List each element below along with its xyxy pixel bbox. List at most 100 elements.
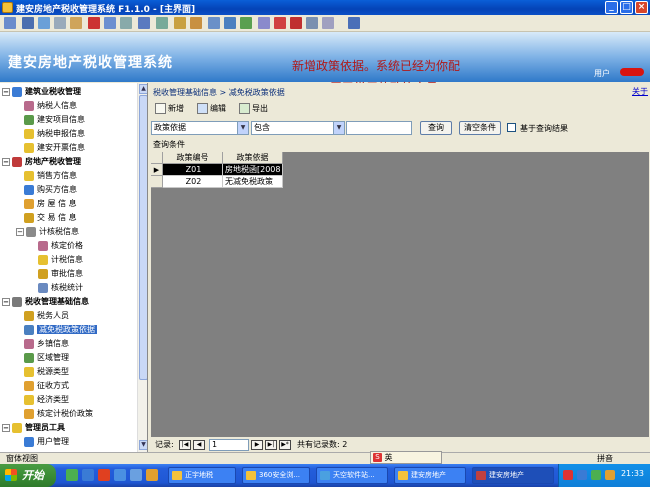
scroll-up-icon[interactable]: ▲ (139, 84, 147, 94)
quicklaunch-icon[interactable] (114, 469, 126, 481)
clear-button[interactable]: 清空条件 (459, 121, 501, 135)
query-button[interactable]: 查询 (420, 121, 452, 135)
start-button[interactable]: 开始 (0, 464, 56, 487)
copy-icon[interactable] (38, 17, 50, 29)
quicklaunch-icon[interactable] (66, 469, 78, 481)
sogou-tray-icon[interactable] (563, 470, 573, 480)
tree-item-house[interactable]: 房 屋 信 息 (24, 197, 77, 210)
tree-item-project[interactable]: 建安项目信息 (24, 113, 85, 126)
tree-item-township[interactable]: 乡镇信息 (24, 337, 69, 350)
close-button[interactable]: × (635, 1, 648, 14)
tree-item-taxpayer[interactable]: 纳税人信息 (24, 99, 77, 112)
new-button[interactable]: 新增 (155, 101, 184, 117)
tree-item-statistics[interactable]: 核税统计 (38, 281, 83, 294)
sort-asc-icon[interactable] (174, 17, 186, 29)
scroll-down-icon[interactable]: ▼ (139, 440, 147, 450)
column-header-policy-basis[interactable]: 政策依据 (223, 152, 283, 164)
tree-item-invoice[interactable]: 建安开票信息 (24, 141, 85, 154)
tree-item-economy-type[interactable]: 经济类型 (24, 393, 69, 406)
base-on-results-checkbox[interactable] (507, 123, 516, 132)
edit-button[interactable]: 编辑 (197, 101, 226, 117)
security-icon[interactable] (591, 470, 601, 480)
delete-record-icon[interactable] (290, 17, 302, 29)
network-icon[interactable] (577, 470, 587, 480)
cell-policy-no[interactable]: Z01 (163, 164, 223, 176)
quicklaunch-icon[interactable] (146, 469, 158, 481)
collapse-icon[interactable]: − (2, 157, 10, 166)
format-icon[interactable] (120, 17, 132, 29)
tree-item-policy-basis[interactable]: 减免税政策依据 (24, 323, 97, 336)
field-select[interactable]: 政策依据 ▼ (151, 121, 249, 135)
cell-policy-basis[interactable]: 无减免税政策 (223, 176, 283, 188)
sort-desc-icon[interactable] (190, 17, 202, 29)
collapse-icon[interactable]: − (2, 87, 10, 96)
new-record-nav-button[interactable]: ▶* (279, 440, 291, 450)
taskbar-item-active[interactable]: 建安房地产 (472, 467, 554, 484)
ime-toolbar[interactable]: S 英 (370, 451, 442, 464)
chevron-down-icon[interactable]: ▼ (237, 122, 248, 134)
cell-policy-no[interactable]: Z02 (163, 176, 223, 188)
first-record-button[interactable]: |◀ (179, 440, 191, 450)
collapse-icon[interactable]: − (2, 297, 10, 306)
tree-group-realestate[interactable]: − 房地产税收管理 (2, 155, 81, 168)
tree-item-tax-info[interactable]: 计税信息 (38, 253, 83, 266)
tree-item-approval[interactable]: 审批信息 (38, 267, 83, 280)
column-header-policy-no[interactable]: 政策编号 (163, 152, 223, 164)
filter-icon[interactable] (208, 17, 220, 29)
database-icon[interactable] (306, 17, 318, 29)
tree-group-construction[interactable]: − 建筑业税收管理 (2, 85, 81, 98)
minimize-button[interactable]: _ (605, 1, 618, 14)
quicklaunch-icon[interactable] (82, 469, 94, 481)
apply-filter-icon[interactable] (240, 17, 252, 29)
quicklaunch-icon[interactable] (130, 469, 142, 481)
hyperlink-icon[interactable] (156, 17, 168, 29)
quicklaunch-icon[interactable] (98, 469, 110, 481)
next-record-button[interactable]: ▶ (251, 440, 263, 450)
undo-icon[interactable] (138, 17, 150, 29)
taskbar-item[interactable]: 天空软件站... (316, 467, 388, 484)
taskbar-item[interactable]: 建安房地产 (394, 467, 466, 484)
tree-item-user-management[interactable]: 用户管理 (24, 435, 69, 448)
tree-item-price-policy[interactable]: 核定计税价政策 (24, 407, 93, 420)
filter-form-icon[interactable] (224, 17, 236, 29)
cut-icon[interactable] (88, 17, 100, 29)
about-link[interactable]: 关于 (632, 86, 648, 97)
export-button[interactable]: 导出 (239, 101, 268, 117)
tree-group-taxcalc[interactable]: − 计核税信息 (16, 225, 79, 238)
tree-item-staff[interactable]: 税务人员 (24, 309, 69, 322)
tree-group-admin[interactable]: − 管理员工具 (2, 421, 65, 434)
tree-item-approved-price[interactable]: 核定价格 (38, 239, 83, 252)
cell-policy-basis[interactable]: 房地税函[2008 (223, 164, 283, 176)
scroll-thumb[interactable] (139, 95, 147, 380)
preview-icon[interactable] (70, 17, 82, 29)
new-record-icon[interactable] (274, 17, 286, 29)
tree-item-declaration[interactable]: 纳税申报信息 (24, 127, 85, 140)
tree-item-buyer[interactable]: 购买方信息 (24, 183, 77, 196)
save-icon[interactable] (22, 17, 34, 29)
taskbar-item[interactable]: 正宇地税 (168, 467, 236, 484)
tree-item-region[interactable]: 区域管理 (24, 351, 69, 364)
record-number-input[interactable]: 1 (209, 439, 249, 451)
tree-item-collection-method[interactable]: 征收方式 (24, 379, 69, 392)
print-icon[interactable] (54, 17, 66, 29)
tree-item-tax-source[interactable]: 税源类型 (24, 365, 69, 378)
tree-item-transaction[interactable]: 交 易 信 息 (24, 211, 77, 224)
tree-scrollbar[interactable]: ▲ ▼ (137, 83, 147, 452)
chevron-down-icon[interactable]: ▼ (333, 122, 344, 134)
operator-select[interactable]: 包含 ▼ (251, 121, 345, 135)
help-icon[interactable] (348, 17, 360, 29)
tree-item-seller[interactable]: 销售方信息 (24, 169, 77, 182)
nav-icon[interactable] (4, 17, 16, 29)
paste-icon[interactable] (104, 17, 116, 29)
find-icon[interactable] (258, 17, 270, 29)
new-object-icon[interactable] (322, 17, 334, 29)
taskbar-item[interactable]: 360安全浏... (242, 467, 310, 484)
last-record-button[interactable]: ▶| (265, 440, 277, 450)
volume-icon[interactable] (605, 470, 615, 480)
filter-value-input[interactable] (346, 121, 412, 135)
collapse-icon[interactable]: − (2, 423, 10, 432)
tree-group-base-info[interactable]: − 税收管理基础信息 (2, 295, 89, 308)
prev-record-button[interactable]: ◀ (193, 440, 205, 450)
collapse-icon[interactable]: − (16, 227, 24, 236)
maximize-button[interactable]: □ (620, 1, 633, 14)
